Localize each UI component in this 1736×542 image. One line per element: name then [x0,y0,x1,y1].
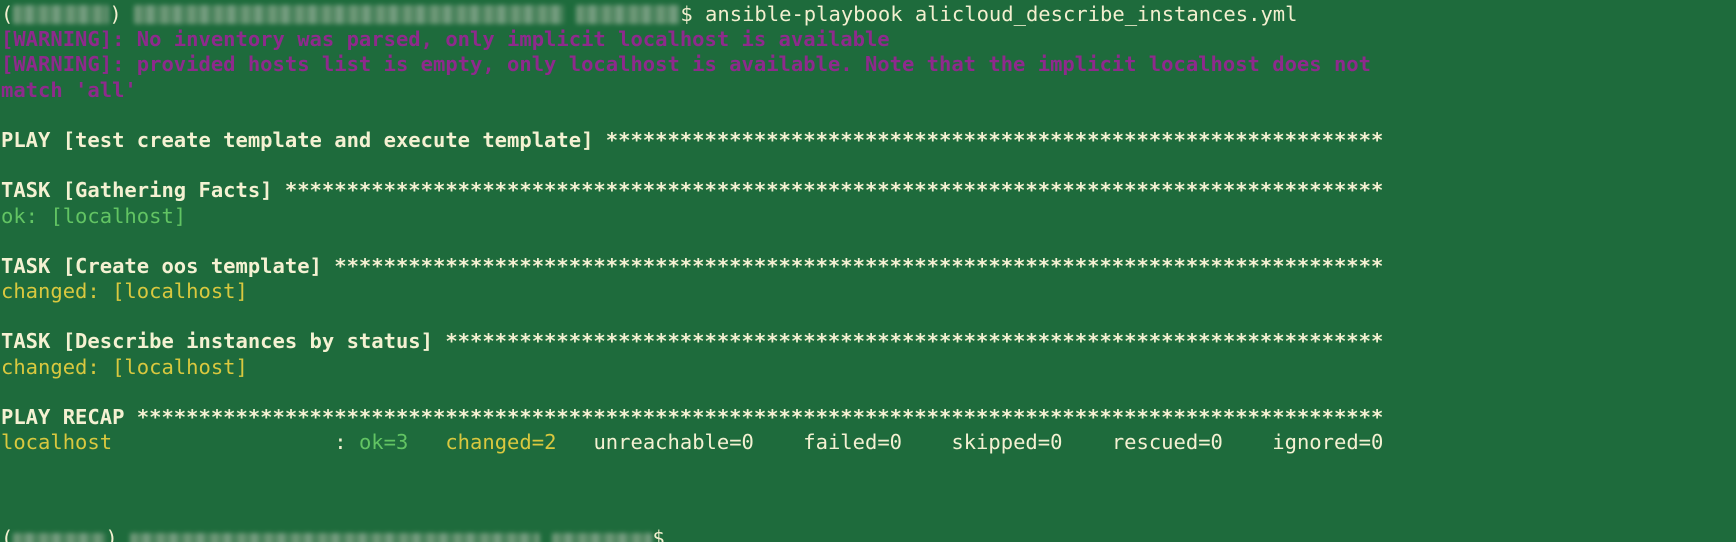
terminal-window[interactable]: () $ ansible-playbook alicloud_describe_… [0,0,1736,542]
terminal-line-prompt-command: () $ ansible-playbook alicloud_describe_… [1,2,1736,27]
redacted-bottom-username [552,533,653,542]
redacted-username [576,5,681,24]
terminal-line-warning-2-wrap: match 'all' [1,78,1736,103]
terminal-line-task-3-result: changed: [localhost] [1,355,1736,380]
terminal-line-task-2-result: changed: [localhost] [1,279,1736,304]
task-1-result-text: ok: [localhost] [1,203,187,228]
task-1-header-text: TASK [Gathering Facts] *****************… [1,178,1384,203]
warning-tag-2: [WARNING]: [1,52,125,77]
terminal-line-warning-2: [WARNING]: provided hosts list is empty,… [1,52,1736,77]
redacted-venv-name [13,5,110,24]
terminal-line-task-1-header: TASK [Gathering Facts] *****************… [1,178,1736,203]
terminal-blank-line-6 [1,455,1736,480]
task-2-result-text: changed: [localhost] [1,279,248,304]
prompt-paren-open: ( [1,2,14,26]
terminal-line-play-header: PLAY [test create template and execute t… [1,128,1736,153]
prompt-paren-close: ) [109,2,122,26]
terminal-blank-line-1 [1,103,1736,128]
task-3-header-text: TASK [Describe instances by status] ****… [1,329,1384,354]
warning-text-1: No inventory was parsed, only implicit l… [124,27,890,52]
bottom-prompt-space-2 [540,526,552,542]
bottom-prompt-paren-open: ( [1,526,14,542]
bottom-prompt-space [118,526,130,542]
play-header-text: PLAY [test create template and execute t… [1,127,1384,152]
recap-header-text: PLAY RECAP *****************************… [1,405,1384,429]
prompt-space-2 [564,2,576,26]
terminal-blank-line-3 [1,229,1736,254]
terminal-line-task-3-header: TASK [Describe instances by status] ****… [1,329,1736,354]
bottom-prompt-dollar-sign: $ [652,526,665,542]
terminal-line-task-1-result: ok: [localhost] [1,204,1736,229]
terminal-line-recap-stats: localhost : ok=3 changed=2 unreachable=0… [1,430,1736,455]
bottom-prompt-paren-close: ) [105,526,118,542]
terminal-line-warning-1: [WARNING]: No inventory was parsed, only… [1,27,1736,52]
redacted-hostname-path [134,5,565,24]
recap-remaining-counts: unreachable=0 failed=0 skipped=0 rescued… [593,430,1384,455]
prompt-dollar-sign: $ [680,2,693,26]
redacted-bottom-venv-name [13,533,106,542]
recap-host-name: localhost [1,430,335,455]
recap-colon: : [334,430,359,455]
terminal-line-task-2-header: TASK [Create oos template] *************… [1,254,1736,279]
recap-changed-count: changed=2 [445,430,594,455]
task-3-result-text: changed: [localhost] [1,354,248,379]
terminal-line-bottom-prompt: () $ [1,526,665,542]
warning-text-2: provided hosts list is empty, only local… [124,52,1371,77]
terminal-blank-line-5 [1,380,1736,405]
terminal-blank-line-2 [1,153,1736,178]
warning-tag-1: [WARNING]: [1,27,125,52]
terminal-line-recap-header: PLAY RECAP *****************************… [1,405,1736,430]
command-text: ansible-playbook alicloud_describe_insta… [692,2,1298,26]
task-2-header-text: TASK [Create oos template] *************… [1,253,1384,278]
terminal-blank-line-4 [1,304,1736,329]
warning-text-2-wrap: match 'all' [1,77,137,102]
redacted-bottom-hostname-path [130,533,541,542]
recap-ok-count: ok=3 [358,430,446,455]
